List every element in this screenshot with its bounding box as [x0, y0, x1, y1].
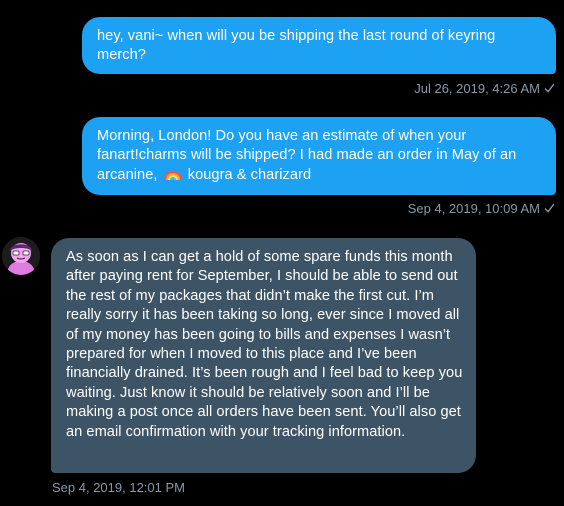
message-timestamp: Jul 26, 2019, 4:26 AM: [414, 81, 555, 97]
sent-message-bubble[interactable]: hey, vani~ when will you be shipping the…: [82, 17, 556, 74]
message-text: As soon as I can get a hold of some spar…: [66, 249, 463, 440]
avatar-image: [2, 237, 40, 275]
sent-check-icon: [544, 203, 555, 213]
message-text: hey, vani~ when will you be shipping the…: [97, 28, 496, 64]
timestamp-text: Sep 4, 2019, 12:01 PM: [52, 480, 185, 495]
received-message-bubble[interactable]: As soon as I can get a hold of some spar…: [51, 238, 476, 473]
sent-check-icon: [544, 83, 555, 93]
message-timestamp: Sep 4, 2019, 12:01 PM: [52, 480, 185, 496]
rainbow-emoji-icon: [163, 170, 182, 181]
sender-avatar[interactable]: [2, 237, 40, 275]
timestamp-text: Jul 26, 2019, 4:26 AM: [414, 81, 540, 96]
message-text: kougra & charizard: [187, 166, 312, 183]
timestamp-text: Sep 4, 2019, 10:09 AM: [407, 201, 540, 216]
message-timestamp: Sep 4, 2019, 10:09 AM: [408, 201, 555, 217]
sent-message-bubble[interactable]: Morning, London! Do you have an estimate…: [82, 117, 556, 195]
message-thread: hey, vani~ when will you be shipping the…: [0, 0, 564, 506]
